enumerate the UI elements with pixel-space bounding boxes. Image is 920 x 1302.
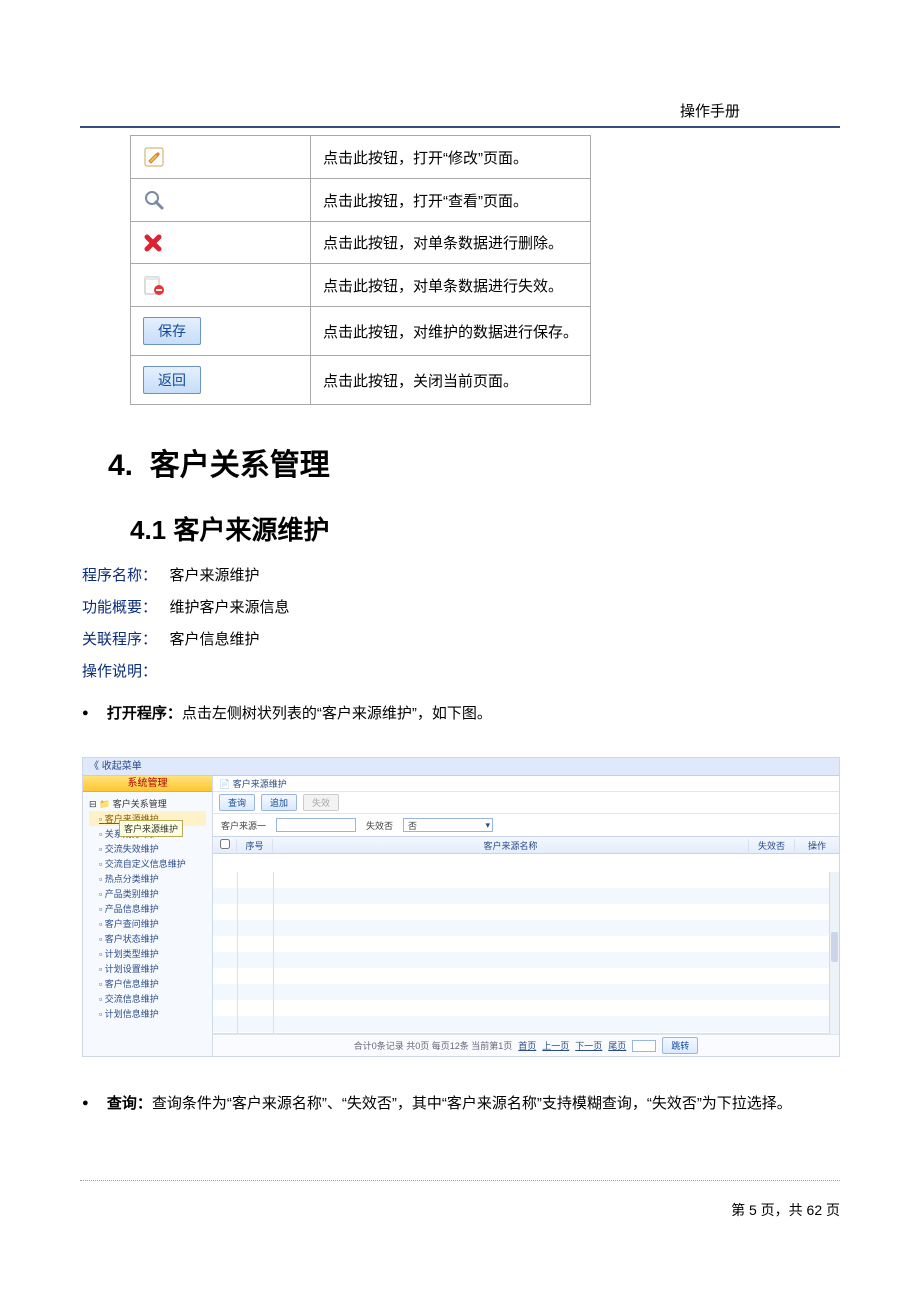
add-button[interactable]: 追加 — [261, 794, 297, 811]
col-name: 客户来源名称 — [273, 839, 749, 852]
table-row: 点击此按钮，打开“查看”页面。 — [131, 179, 591, 222]
edit-icon — [143, 146, 298, 168]
related-value: 客户信息维护 — [170, 631, 260, 648]
section-heading-4-1: 4.1 客户来源维护 — [130, 510, 329, 547]
pager-jump-button[interactable]: 跳转 — [662, 1037, 698, 1054]
filter-name-label: 客户来源一 — [221, 819, 266, 832]
tree-item[interactable]: ▫ 计划设置维护 — [89, 961, 206, 976]
menu-toggle[interactable]: 《 收起菜单 — [83, 758, 213, 775]
tree-root[interactable]: ⊟ 📁 客户关系管理 — [89, 796, 206, 811]
doc-title: 操作手册 — [680, 100, 740, 121]
pager-last[interactable]: 尾页 — [608, 1039, 626, 1052]
filter-invalid-select[interactable]: 否 ▾ — [403, 818, 493, 832]
icon-description-table: 点击此按钮，打开“修改”页面。 点击此按钮，打开“查看”页面。 点击此按钮，对单… — [130, 135, 591, 405]
col-invalid: 失效否 — [749, 839, 795, 852]
delete-icon — [143, 233, 298, 253]
pager-next[interactable]: 下一页 — [575, 1039, 602, 1052]
scrollbar[interactable] — [829, 872, 839, 1034]
tree-item[interactable]: ▫ 客户信息维护 — [89, 976, 206, 991]
tree-item[interactable]: ▫ 交流自定义信息维护 — [89, 856, 206, 871]
col-seq: 序号 — [237, 839, 273, 852]
pager: 合计0条记录 共0页 每页12条 当前第1页 首页 上一页 下一页 尾页 跳转 — [213, 1034, 839, 1056]
invalidate-button[interactable]: 失效 — [303, 794, 339, 811]
icon-desc: 点击此按钮，对单条数据进行删除。 — [311, 222, 591, 264]
page-footer: 第 5 页，共 62 页 — [731, 1200, 840, 1220]
bullet-open-program: 打开程序：点击左侧树状列表的“客户来源维护”，如下图。 — [82, 700, 840, 729]
table-row: 点击此按钮，打开“修改”页面。 — [131, 136, 591, 179]
table-row: 返回 点击此按钮，关闭当前页面。 — [131, 356, 591, 405]
sidebar-title: 系统管理 — [83, 776, 212, 792]
tree-item[interactable]: ▫ 客户状态维护 — [89, 931, 206, 946]
tree-item[interactable]: ▫ 计划信息维护 — [89, 1006, 206, 1021]
grid-header: 序号 客户来源名称 失效否 操作 — [213, 836, 839, 854]
table-row: 保存 点击此按钮，对维护的数据进行保存。 — [131, 307, 591, 356]
summary-value: 维护客户来源信息 — [170, 599, 290, 616]
tree-item[interactable]: ▫ 产品类别维护 — [89, 886, 206, 901]
embedded-screenshot: 《 收起菜单 系统管理 ⊟ 📁 客户关系管理 ▫ 客户来源维护 ▫ 关系划分维护… — [82, 757, 840, 1057]
pager-page-input[interactable] — [632, 1040, 656, 1052]
footer-rule — [80, 1180, 840, 1181]
instructions-label: 操作说明： — [82, 663, 157, 680]
icon-desc: 点击此按钮，打开“查看”页面。 — [311, 179, 591, 222]
tree-item[interactable]: ▫ 客户查问维护 — [89, 916, 206, 931]
col-op: 操作 — [795, 839, 839, 852]
pager-summary: 合计0条记录 共0页 每页12条 当前第1页 — [354, 1039, 513, 1052]
tree-item[interactable]: ▫ 产品信息维护 — [89, 901, 206, 916]
tree-item[interactable]: ▫ 交流信息维护 — [89, 991, 206, 1006]
icon-desc: 点击此按钮，打开“修改”页面。 — [311, 136, 591, 179]
filter-name-input[interactable] — [276, 818, 356, 832]
icon-desc: 点击此按钮，关闭当前页面。 — [311, 356, 591, 405]
breadcrumb-icon: 📄 — [219, 779, 230, 789]
section-heading-4: 4. 客户关系管理 — [108, 440, 330, 484]
filter-invalid-label: 失效否 — [366, 819, 393, 832]
chevron-down-icon: ▾ — [486, 820, 491, 831]
table-row: 点击此按钮，对单条数据进行删除。 — [131, 222, 591, 264]
pager-prev[interactable]: 上一页 — [542, 1039, 569, 1052]
grid-body — [213, 872, 829, 1034]
select-all-checkbox[interactable] — [220, 839, 230, 849]
save-button[interactable]: 保存 — [143, 317, 201, 345]
bullet-query: 查询：查询条件为“客户来源名称”、“失效否”，其中“客户来源名称”支持模糊查询，… — [82, 1090, 840, 1119]
invalid-icon — [143, 274, 298, 296]
tree-item[interactable]: ▫ 计划类型维护 — [89, 946, 206, 961]
header-rule — [80, 126, 840, 128]
icon-desc: 点击此按钮，对维护的数据进行保存。 — [311, 307, 591, 356]
tree-item[interactable]: ▫ 热点分类维护 — [89, 871, 206, 886]
breadcrumb: 📄 客户来源维护 — [213, 776, 839, 792]
icon-desc: 点击此按钮，对单条数据进行失效。 — [311, 264, 591, 307]
tree-tooltip: 客户来源维护 — [119, 820, 183, 837]
query-button[interactable]: 查询 — [219, 794, 255, 811]
pager-first[interactable]: 首页 — [518, 1039, 536, 1052]
program-name-value: 客户来源维护 — [170, 567, 260, 584]
sidebar: 系统管理 ⊟ 📁 客户关系管理 ▫ 客户来源维护 ▫ 关系划分维护 ▫ 交流失效… — [83, 776, 213, 1056]
back-button[interactable]: 返回 — [143, 366, 201, 394]
table-row: 点击此按钮，对单条数据进行失效。 — [131, 264, 591, 307]
program-name-label: 程序名称： — [82, 567, 157, 584]
related-label: 关联程序： — [82, 631, 157, 648]
tree-item[interactable]: ▫ 交流失效维护 — [89, 841, 206, 856]
summary-label: 功能概要： — [82, 599, 157, 616]
view-icon — [143, 189, 298, 211]
